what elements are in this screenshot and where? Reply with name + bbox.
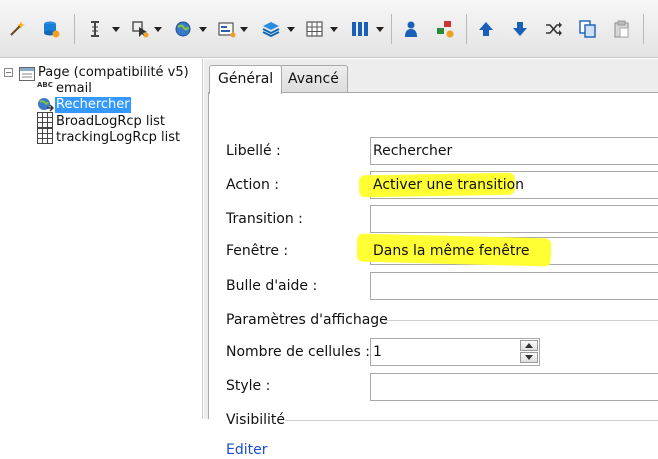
window-field-label: Fenêtre : xyxy=(226,243,289,259)
action-select[interactable]: Activer une transition xyxy=(358,171,658,199)
toolbar xyxy=(0,0,658,58)
tab-content: Libellé : Rechercher Action : Activer un… xyxy=(208,92,658,458)
toolbar-separator xyxy=(643,14,644,44)
layers-icon[interactable] xyxy=(262,20,280,38)
properties-panel: Général Avancé Libellé : Rechercher Acti… xyxy=(204,59,658,458)
copy-icon[interactable] xyxy=(579,20,597,38)
stepper-down-icon[interactable] xyxy=(520,352,538,363)
arrow-up-icon[interactable] xyxy=(477,20,495,38)
tab-advanced[interactable]: Avancé xyxy=(279,65,348,93)
cells-value: 1 xyxy=(373,344,382,360)
transition-field-label: Transition : xyxy=(226,211,303,227)
display-settings-group-label: Paramètres d'affichage xyxy=(226,312,388,328)
dropdown-arrow-icon[interactable] xyxy=(153,20,163,38)
transition-select[interactable] xyxy=(370,205,658,233)
window-value: Dans la même fenêtre xyxy=(373,243,530,259)
visibility-group-label: Visibilité xyxy=(226,412,286,428)
label-field-label: Libellé : xyxy=(226,143,281,159)
tree-item-label: BroadLogRcp list xyxy=(56,114,166,129)
table-icon[interactable] xyxy=(306,20,324,38)
tree-root-label: Page (compatibilité v5) xyxy=(38,65,189,80)
tree-panel: − Page (compatibilité v5) ABC email Rech… xyxy=(0,59,203,419)
action-field-label: Action : xyxy=(226,177,280,193)
toolbar-separator xyxy=(466,14,467,44)
tree-root[interactable]: − Page (compatibilité v5) xyxy=(4,65,200,81)
label-input[interactable]: Rechercher xyxy=(370,137,658,165)
text-cursor-icon[interactable] xyxy=(86,20,104,38)
page-icon xyxy=(19,66,35,85)
paste-icon[interactable] xyxy=(613,20,631,38)
shapes-add-icon[interactable] xyxy=(436,20,454,38)
globe-icon[interactable] xyxy=(174,20,192,38)
magic-wand-icon[interactable] xyxy=(8,20,26,38)
tab-general[interactable]: Général xyxy=(209,65,283,94)
dropdown-arrow-icon[interactable] xyxy=(111,20,121,38)
dropdown-arrow-icon[interactable] xyxy=(329,20,339,38)
tooltip-field-label: Bulle d'aide : xyxy=(226,278,318,294)
dropdown-arrow-icon[interactable] xyxy=(286,20,296,38)
abc-text-icon: ABC xyxy=(37,81,53,89)
form-icon[interactable] xyxy=(218,20,236,38)
database-add-icon[interactable] xyxy=(42,20,60,38)
style-select[interactable] xyxy=(370,373,658,401)
dropdown-arrow-icon[interactable] xyxy=(239,20,249,38)
grid-list-icon xyxy=(37,128,53,148)
action-value: Activer une transition xyxy=(373,177,525,193)
tree-item-label: Rechercher xyxy=(55,97,131,113)
arrow-down-icon[interactable] xyxy=(511,20,529,38)
toolbar-separator xyxy=(74,14,75,44)
user-icon[interactable] xyxy=(402,20,420,38)
tree-item-label: email xyxy=(56,81,92,96)
cursor-select-icon[interactable] xyxy=(131,20,149,38)
columns-icon[interactable] xyxy=(351,20,369,38)
cells-stepper[interactable]: 1 xyxy=(370,338,540,366)
window-select[interactable]: Dans la même fenêtre xyxy=(356,233,658,267)
shuffle-icon[interactable] xyxy=(545,20,563,38)
collapse-icon[interactable]: − xyxy=(4,68,13,77)
stepper-up-icon[interactable] xyxy=(520,340,538,351)
tree-item-label: trackingLogRcp list xyxy=(56,130,181,145)
tooltip-input[interactable] xyxy=(370,272,658,300)
dropdown-arrow-icon[interactable] xyxy=(375,20,385,38)
group-divider xyxy=(384,320,658,321)
cells-field-label: Nombre de cellules : xyxy=(226,344,370,360)
group-divider xyxy=(285,420,658,421)
toolbar-separator xyxy=(391,14,392,44)
edit-link[interactable]: Editer xyxy=(226,441,267,459)
style-field-label: Style : xyxy=(226,378,271,394)
dropdown-arrow-icon[interactable] xyxy=(198,20,208,38)
